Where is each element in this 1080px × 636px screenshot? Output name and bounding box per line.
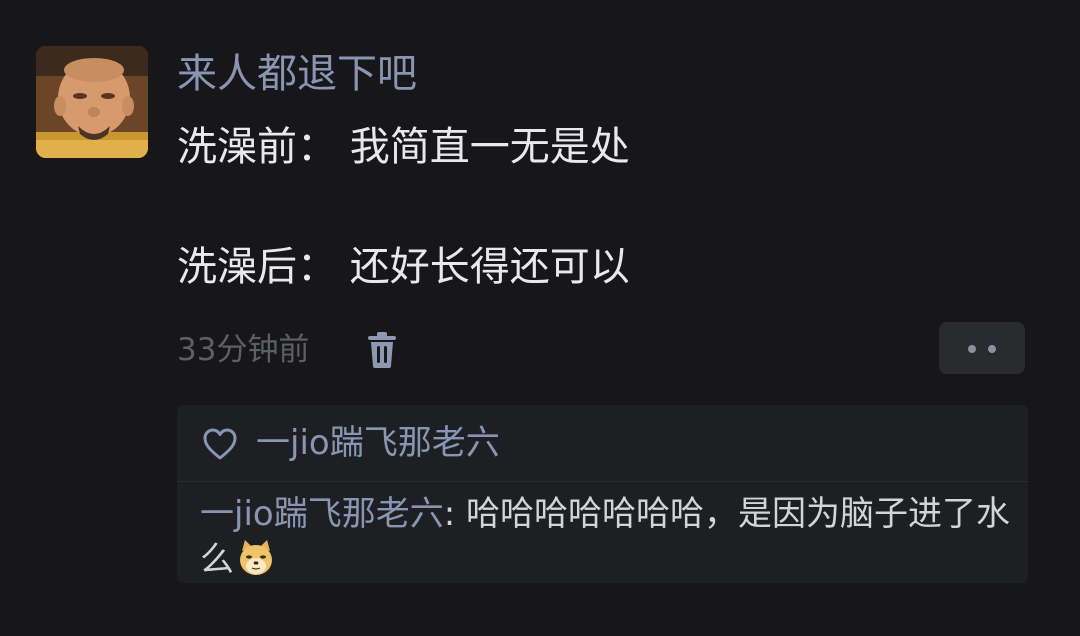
timestamp: 33分钟前	[177, 332, 310, 368]
more-dot	[988, 345, 996, 353]
heart-outline-icon	[202, 427, 238, 461]
username[interactable]: 来人都退下吧	[177, 48, 417, 100]
reply-separator: :	[443, 494, 466, 534]
more-dots-icon	[968, 345, 976, 353]
more-button[interactable]	[939, 322, 1025, 374]
comment-text-line-1: 洗澡前： 我简直一无是处	[177, 124, 630, 170]
comment-text-line-2: 洗澡后： 还好长得还可以	[177, 244, 630, 290]
liker-name[interactable]: 一jio踹飞那老六	[256, 419, 500, 467]
reply-author[interactable]: 一jio踹飞那老六	[200, 494, 444, 534]
likes-row: 一jio踹飞那老六	[177, 405, 1028, 482]
interaction-panel: 一jio踹飞那老六 一jio踹飞那老六: 哈哈哈哈哈哈哈，是因为脑子进了水么	[177, 405, 1028, 583]
trash-icon[interactable]	[366, 331, 398, 369]
avatar[interactable]	[36, 46, 148, 158]
doge-emoji	[236, 537, 276, 577]
reply-item[interactable]: 一jio踹飞那老六: 哈哈哈哈哈哈哈，是因为脑子进了水么	[200, 491, 1015, 583]
comment-card: 来人都退下吧 洗澡前： 我简直一无是处 洗澡后： 还好长得还可以 33分钟前 一…	[0, 0, 1080, 636]
